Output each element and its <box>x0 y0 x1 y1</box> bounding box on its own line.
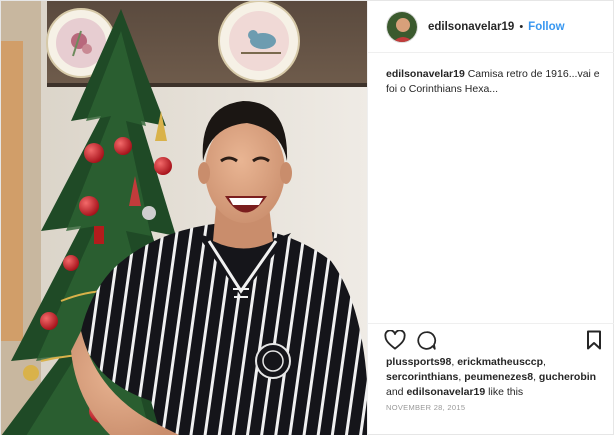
action-bar <box>384 329 602 356</box>
follow-button[interactable]: Follow <box>528 21 564 33</box>
likes-summary: plussports98, erickmatheusccp, sercorint… <box>386 355 608 400</box>
likes-separator: , <box>543 356 546 368</box>
bookmark-icon[interactable] <box>586 330 602 355</box>
header-separator: • <box>519 20 524 33</box>
wall-plate-bird <box>218 1 300 82</box>
heart-icon[interactable] <box>384 329 406 355</box>
liker-link[interactable]: gucherobin <box>539 371 596 383</box>
post-details-panel: edilsonavelar19 • Follow edilsonavelar19… <box>367 1 614 435</box>
likes-and-text: and <box>386 386 407 398</box>
liker-link[interactable]: plussports98 <box>386 356 451 368</box>
avatar[interactable] <box>386 10 418 43</box>
actions-divider <box>368 323 614 324</box>
liker-link[interactable]: erickmatheusccp <box>457 356 543 368</box>
photo-illustration <box>1 1 367 435</box>
liker-link[interactable]: sercorinthians <box>386 371 458 383</box>
post-date[interactable]: NOVEMBER 28, 2015 <box>386 403 465 412</box>
post-photo[interactable] <box>1 1 367 435</box>
avatar-image <box>387 11 417 42</box>
header-username-link[interactable]: edilsonavelar19 <box>428 21 514 33</box>
comment-icon[interactable] <box>416 330 437 356</box>
liker-link[interactable]: peumenezes8 <box>464 371 533 383</box>
likes-suffix: like this <box>485 386 524 398</box>
post-caption: edilsonavelar19 Camisa retro de 1916...v… <box>386 67 601 97</box>
liker-link[interactable]: edilsonavelar19 <box>406 386 485 398</box>
instagram-post: edilsonavelar19 • Follow edilsonavelar19… <box>0 0 614 435</box>
caption-username-link[interactable]: edilsonavelar19 <box>386 68 465 80</box>
post-header: edilsonavelar19 • Follow <box>368 1 614 53</box>
